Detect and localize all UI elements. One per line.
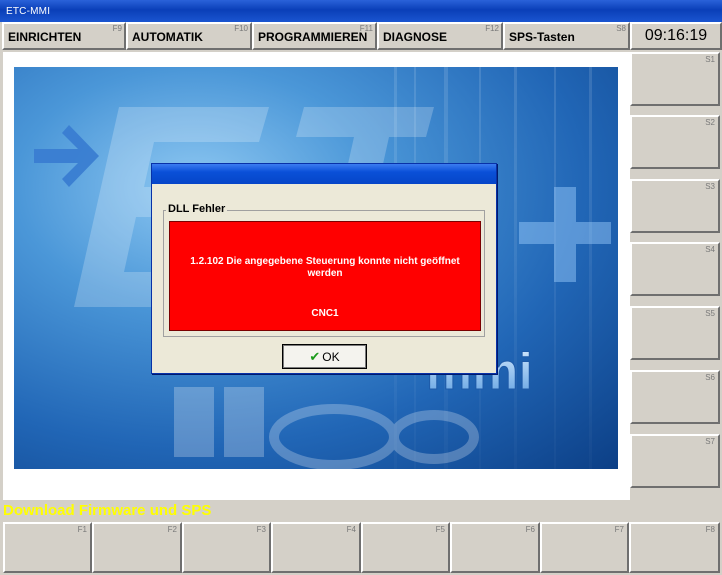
error-dialog: DLL Fehler 1.2.102 Die angegebene Steuer… — [151, 163, 497, 374]
bottom-button-f5[interactable]: F5 — [361, 522, 450, 573]
error-detail: CNC1 — [311, 308, 339, 319]
function-key-hint: F1 — [77, 525, 87, 534]
function-key-hint: F12 — [485, 24, 499, 33]
bottom-button-f4[interactable]: F4 — [271, 522, 361, 573]
dialog-title-bar[interactable] — [152, 164, 496, 184]
window-title: ETC-MMI — [6, 6, 51, 17]
side-button-s3[interactable]: S3 — [630, 179, 720, 233]
menu-button-sps-tasten[interactable]: SPS-Tasten S8 — [503, 22, 630, 50]
bottom-button-f7[interactable]: F7 — [540, 522, 629, 573]
error-message: 1.2.102 Die angegebene Steuerung konnte … — [190, 256, 460, 279]
function-key-hint: F11 — [359, 24, 373, 33]
top-menu-bar: EINRICHTEN F9 AUTOMATIK F10 PROGRAMMIERE… — [0, 22, 722, 50]
function-key-hint: S7 — [705, 437, 715, 446]
function-key-hint: F4 — [346, 525, 356, 534]
function-key-hint: F5 — [435, 525, 445, 534]
status-line: Download Firmware und SPS — [0, 501, 722, 521]
side-button-s2[interactable]: S2 — [630, 115, 720, 169]
function-key-hint: F7 — [614, 525, 624, 534]
menu-button-einrichten[interactable]: EINRICHTEN F9 — [2, 22, 126, 50]
menu-label: AUTOMATIK — [132, 30, 203, 44]
function-key-hint: F3 — [256, 525, 266, 534]
menu-button-programmieren[interactable]: PROGRAMMIEREN F11 — [252, 22, 377, 50]
bottom-button-f8[interactable]: F8 — [629, 522, 720, 573]
bottom-button-f2[interactable]: F2 — [92, 522, 182, 573]
function-key-hint: S5 — [705, 309, 715, 318]
side-button-s6[interactable]: S6 — [630, 370, 720, 424]
menu-button-diagnose[interactable]: DIAGNOSE F12 — [377, 22, 503, 50]
function-key-hint: F10 — [234, 24, 248, 33]
bottom-button-f1[interactable]: F1 — [3, 522, 92, 573]
side-button-s1[interactable]: S1 — [630, 52, 720, 106]
side-button-s7[interactable]: S7 — [630, 434, 720, 488]
error-groupbox: DLL Fehler 1.2.102 Die angegebene Steuer… — [163, 203, 485, 337]
function-key-hint: F2 — [167, 525, 177, 534]
function-key-hint: S1 — [705, 55, 715, 64]
clock-display: 09:16:19 — [630, 22, 722, 50]
group-label: DLL Fehler — [166, 203, 228, 215]
side-button-s5[interactable]: S5 — [630, 306, 720, 360]
menu-label: PROGRAMMIEREN — [258, 30, 368, 44]
function-key-hint: S4 — [705, 245, 715, 254]
ok-label: OK — [322, 350, 340, 364]
menu-label: SPS-Tasten — [509, 30, 575, 44]
bottom-button-f6[interactable]: F6 — [450, 522, 540, 573]
checkmark-icon: ✔ — [309, 349, 321, 364]
error-message-box: 1.2.102 Die angegebene Steuerung konnte … — [169, 221, 481, 331]
menu-button-automatik[interactable]: AUTOMATIK F10 — [126, 22, 252, 50]
bottom-button-f3[interactable]: F3 — [182, 522, 271, 573]
ok-button[interactable]: ✔ OK — [282, 344, 367, 369]
function-key-hint: F6 — [525, 525, 535, 534]
window-title-bar: ETC-MMI — [0, 0, 722, 22]
function-key-hint: S8 — [616, 24, 626, 33]
side-button-s4[interactable]: S4 — [630, 242, 720, 296]
menu-label: EINRICHTEN — [8, 30, 82, 44]
function-key-hint: S6 — [705, 373, 715, 382]
function-key-hint: F9 — [112, 24, 122, 33]
function-key-hint: F8 — [705, 525, 715, 534]
arrow-right-icon — [34, 125, 99, 187]
menu-label: DIAGNOSE — [383, 30, 448, 44]
function-key-hint: S3 — [705, 182, 715, 191]
function-key-hint: S2 — [705, 118, 715, 127]
